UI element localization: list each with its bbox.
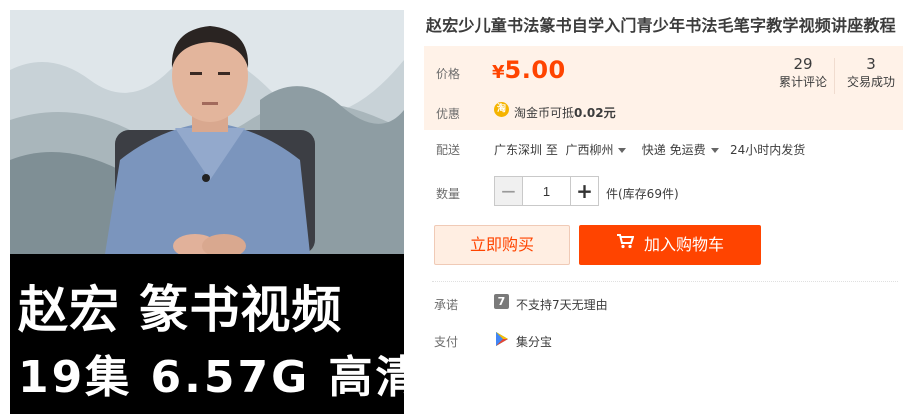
dispatch-time: 24小时内发货: [730, 143, 806, 157]
ship-to-label: 广西柳州: [565, 143, 614, 157]
payment-label: 支付: [434, 335, 459, 349]
ship-to-select[interactable]: 广西柳州: [565, 141, 627, 158]
quantity-label: 数量: [436, 187, 461, 201]
review-count-stat[interactable]: 29 累计评论: [776, 55, 830, 91]
promo-text-prefix: 淘金币可抵: [514, 106, 575, 120]
chevron-down-icon: [710, 148, 719, 153]
price-number: 5.00: [504, 56, 566, 84]
ship-method-select[interactable]: 快递 免运费: [642, 141, 719, 158]
promo-text: 淘金币可抵0.02元: [514, 104, 616, 121]
banner-line-1: 赵宏 篆书视频: [18, 281, 343, 339]
quantity-input[interactable]: [523, 176, 570, 206]
ship-method-label: 快递 免运费: [641, 143, 706, 157]
trade-count-stat: 3 交易成功: [842, 55, 900, 91]
promise-text[interactable]: 不支持7天无理由: [516, 296, 608, 313]
quantity-increase-button[interactable]: +: [570, 176, 599, 206]
price-box: 价格 ¥5.00 29 累计评论 3 交易成功 优惠 淘 淘金币可抵0.02元: [424, 46, 903, 130]
promo-amount: 0.02元: [574, 106, 616, 120]
jifenbao-icon: [494, 331, 510, 347]
price-label: 价格: [436, 67, 461, 81]
stock-info: 件(库存69件): [606, 187, 679, 201]
currency-symbol: ¥: [492, 62, 505, 83]
price-value: ¥5.00: [492, 56, 566, 84]
review-count: 29: [793, 55, 813, 73]
payment-method[interactable]: 集分宝: [516, 333, 552, 350]
review-count-label: 累计评论: [778, 75, 827, 89]
trade-count: 3: [866, 55, 876, 73]
shipping-label: 配送: [436, 143, 461, 157]
taobao-coin-icon: 淘: [494, 102, 509, 117]
buy-now-button[interactable]: 立即购买: [434, 225, 570, 265]
chevron-down-icon: [618, 148, 627, 153]
product-title: 赵宏少儿童书法篆书自学入门青少年书法毛笔字教学视频讲座教程: [426, 16, 896, 35]
product-image[interactable]: 赵宏 篆书视频 19集 6.57G 高清: [10, 10, 404, 414]
product-detail-panel: 赵宏少儿童书法篆书自学入门青少年书法毛笔字教学视频讲座教程 价格 ¥5.00 2…: [424, 0, 903, 414]
ship-from: 广东深圳 至: [494, 143, 558, 157]
seven-day-return-icon: 7: [494, 294, 509, 309]
product-banner: 赵宏 篆书视频 19集 6.57G 高清: [10, 254, 404, 414]
promise-label: 承诺: [434, 298, 459, 312]
section-divider: [432, 281, 898, 282]
stat-divider: [834, 58, 835, 94]
add-to-cart-label: 加入购物车: [643, 235, 724, 254]
trade-count-label: 交易成功: [846, 75, 895, 89]
add-to-cart-button[interactable]: 加入购物车: [579, 225, 761, 265]
cart-icon: [616, 224, 635, 264]
banner-line-2: 19集 6.57G 高清: [18, 352, 404, 403]
quantity-decrease-button[interactable]: −: [494, 176, 523, 206]
promo-label: 优惠: [436, 107, 461, 121]
product-photo: [10, 10, 404, 254]
shipping-info: 广东深圳 至 广西柳州 快递 免运费 24小时内发货: [494, 141, 805, 158]
quantity-stepper: − +: [494, 176, 599, 206]
